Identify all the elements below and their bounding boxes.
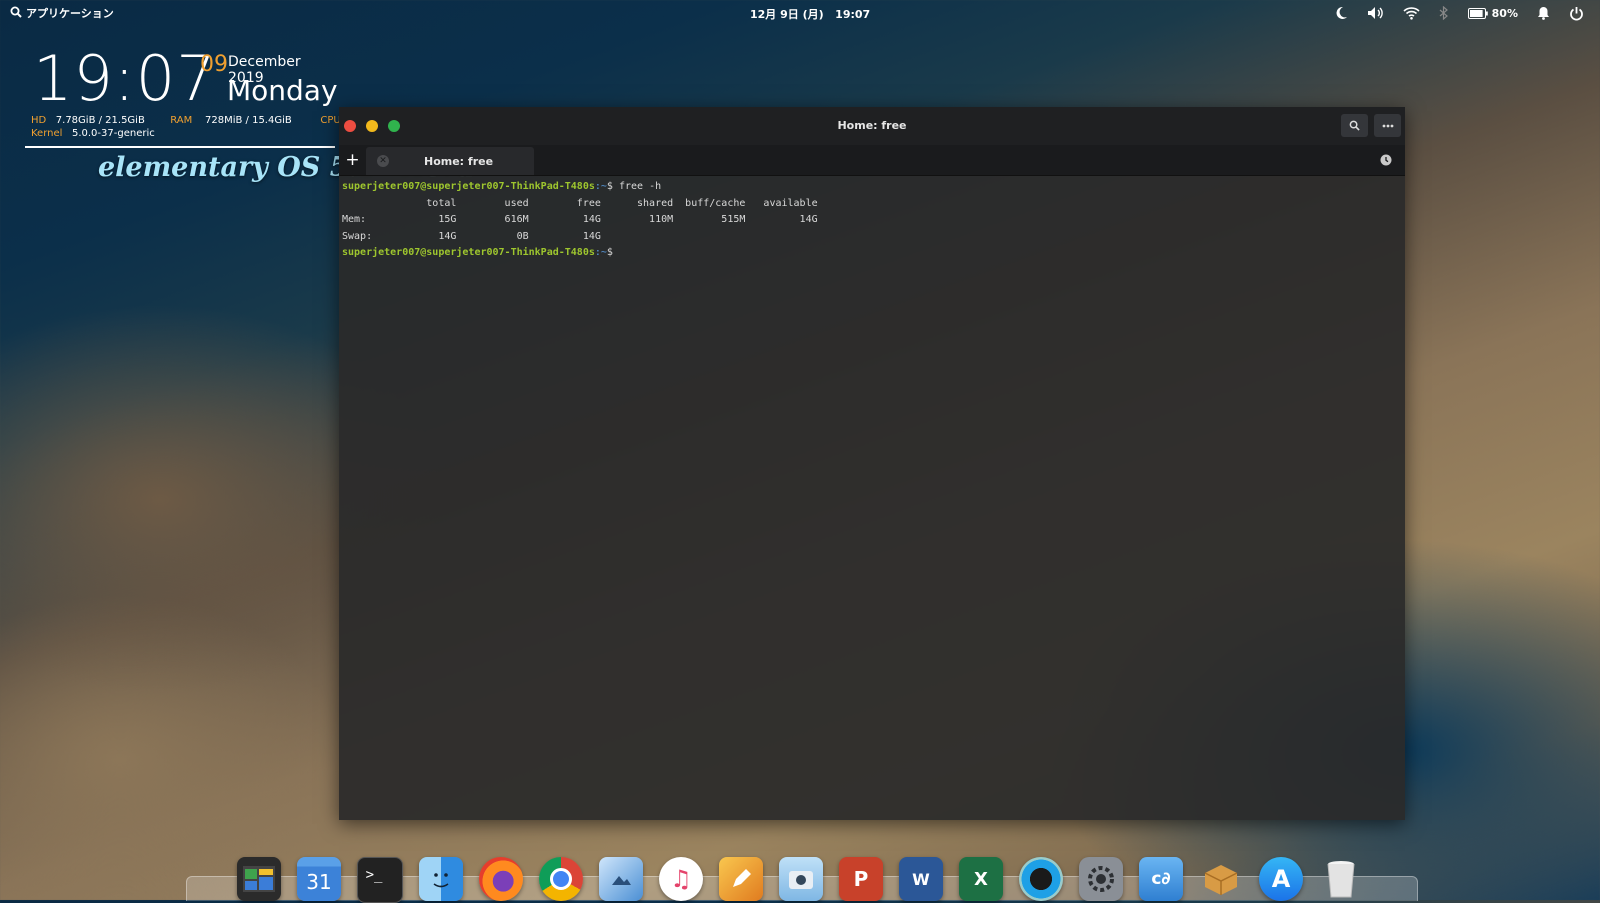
- calendar-icon[interactable]: 31: [297, 857, 341, 901]
- top-panel: アプリケーション 12月 9日 (月) 19:07 80%: [0, 0, 1600, 26]
- system-settings-icon[interactable]: [1079, 857, 1123, 901]
- prompt-symbol: $: [606, 247, 613, 258]
- command-line: superjeter007@superjeter007-ThinkPad-T48…: [342, 179, 818, 196]
- applications-menu[interactable]: アプリケーション: [10, 5, 114, 21]
- excel-icon[interactable]: X: [959, 857, 1003, 901]
- battery-percentage: 80%: [1491, 6, 1518, 20]
- prompt-user: superjeter007@superjeter007-ThinkPad-T48…: [342, 181, 595, 192]
- conky-day-number: 09: [200, 52, 228, 77]
- output-header: total used free shared buff/cache availa…: [342, 197, 818, 209]
- tab-close-icon[interactable]: ✕: [377, 155, 389, 167]
- current-prompt-line: superjeter007@superjeter007-ThinkPad-T48…: [342, 245, 818, 262]
- powerpoint-icon[interactable]: P: [839, 857, 883, 901]
- tab-label: Home: free: [424, 155, 494, 168]
- photos-icon[interactable]: [779, 857, 823, 901]
- kernel-value: 5.0.0-37-generic: [71, 128, 155, 139]
- terminal-window[interactable]: Home: free + ✕ Home: free superjeter007@…: [339, 107, 1405, 820]
- battery-indicator[interactable]: 80%: [1467, 3, 1518, 23]
- preview-icon[interactable]: [599, 857, 643, 901]
- more-icon: [1382, 124, 1393, 127]
- prompt-user: superjeter007@superjeter007-ThinkPad-T48…: [342, 247, 595, 258]
- trash-icon[interactable]: [1319, 857, 1363, 901]
- notifications-icon[interactable]: [1537, 3, 1550, 23]
- window-title: Home: free: [837, 119, 907, 132]
- power-icon[interactable]: [1569, 3, 1584, 23]
- cpu-label: CPU: [320, 115, 341, 126]
- history-icon[interactable]: [1377, 151, 1395, 169]
- volume-icon[interactable]: [1367, 3, 1384, 23]
- kernel-label: Kernel: [31, 128, 63, 139]
- word-icon[interactable]: W: [899, 857, 943, 901]
- output-mem: Mem: 15G 616M 14G 110M 515M 14G: [342, 214, 818, 225]
- tab-home-free[interactable]: ✕ Home: free: [366, 147, 534, 175]
- wifi-icon[interactable]: [1403, 3, 1420, 23]
- prompt-path: :~: [594, 247, 607, 258]
- app-store-icon[interactable]: A: [1259, 857, 1303, 901]
- terminal-icon[interactable]: >_: [357, 857, 403, 903]
- hd-value: 7.78GiB / 21.5GiB: [55, 115, 145, 126]
- music-icon[interactable]: ♫: [659, 857, 703, 901]
- datetime-indicator[interactable]: 12月 9日 (月) 19:07: [750, 6, 870, 22]
- calendar-day: 31: [306, 870, 332, 894]
- pencil-icon[interactable]: [719, 857, 763, 901]
- terminal-output[interactable]: superjeter007@superjeter007-ThinkPad-T48…: [342, 179, 818, 262]
- finder-icon[interactable]: [419, 857, 463, 901]
- tab-bar: + ✕ Home: free: [339, 145, 1405, 176]
- quicktime-icon[interactable]: [1019, 857, 1063, 901]
- ram-label: RAM: [170, 115, 193, 126]
- conky-divider: [25, 146, 335, 148]
- prompt-path: :~: [594, 181, 607, 192]
- hd-label: HD: [31, 115, 47, 126]
- search-button[interactable]: [1341, 114, 1368, 137]
- applications-label: アプリケーション: [26, 7, 114, 20]
- bluetooth-icon[interactable]: [1439, 3, 1449, 23]
- indicator-area: 80%: [1334, 3, 1584, 23]
- package-icon[interactable]: [1199, 857, 1243, 901]
- conky-weekday: Monday: [227, 74, 338, 107]
- firefox-icon[interactable]: [479, 857, 523, 901]
- window-titlebar[interactable]: Home: free: [339, 107, 1405, 145]
- ram-value: 728MiB / 15.4GiB: [205, 115, 292, 126]
- search-icon: [10, 6, 22, 21]
- appcenter-icon[interactable]: c∂: [1139, 857, 1183, 901]
- file-manager-icon[interactable]: [237, 857, 281, 901]
- chrome-icon[interactable]: [539, 857, 583, 901]
- new-tab-button[interactable]: +: [339, 145, 366, 175]
- night-light-icon[interactable]: [1334, 3, 1348, 23]
- conky-system-stats: HD 7.78GiB / 21.5GiB RAM 728MiB / 15.4Gi…: [31, 114, 369, 140]
- dock: 31 >_ ♫ P W X c∂ A: [237, 857, 1363, 903]
- output-swap: Swap: 14G 0B 14G: [342, 230, 601, 242]
- battery-icon: [1467, 7, 1488, 19]
- menu-button[interactable]: [1374, 114, 1401, 137]
- search-icon: [1349, 120, 1360, 131]
- command-text: free -h: [612, 181, 662, 192]
- conky-clock: 19:07: [33, 42, 217, 115]
